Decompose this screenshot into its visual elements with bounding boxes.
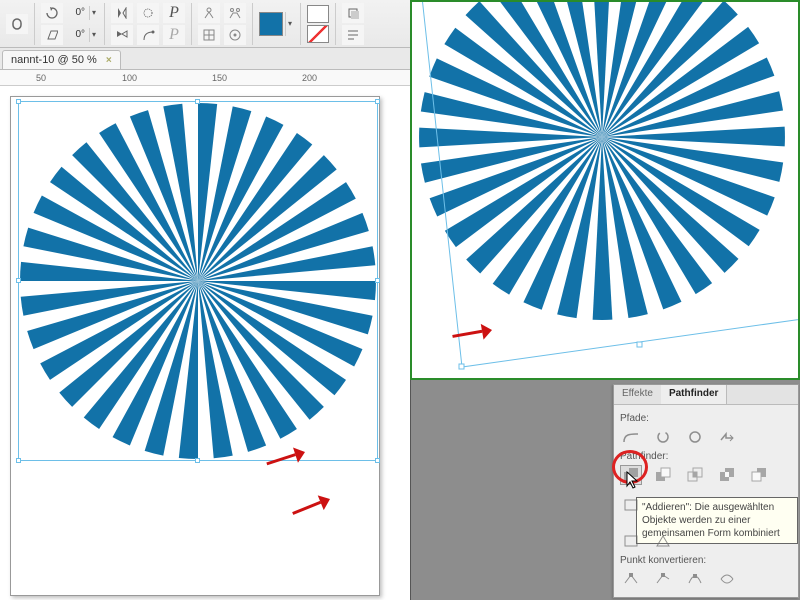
ruler-tick-label: 100 <box>122 73 137 83</box>
plain-point-icon[interactable] <box>620 569 642 589</box>
select-content-icon[interactable] <box>137 25 159 45</box>
point-section-label: Punkt konvertieren: <box>620 555 792 566</box>
shear-value[interactable]: 0° <box>65 29 85 40</box>
join-path-icon[interactable] <box>620 427 642 447</box>
rotation-value-1[interactable]: 0° <box>65 7 85 18</box>
flip-vertical-icon[interactable] <box>111 25 133 45</box>
stroke-swatch[interactable] <box>307 5 329 23</box>
clear-overrides-icon[interactable]: P <box>163 25 185 45</box>
no-stroke-icon[interactable] <box>307 25 329 43</box>
horizontal-ruler: 50 100 150 200 <box>0 70 410 86</box>
close-tab-icon[interactable]: × <box>106 55 112 66</box>
main-canvas[interactable] <box>0 86 410 600</box>
rotation-icon <box>41 3 63 23</box>
panel-dock-area: Effekte Pathfinder Pfade: Pathfinder: <box>410 380 800 600</box>
pathfinder-panel: Effekte Pathfinder Pfade: Pathfinder: <box>613 384 799 598</box>
convert-rect-icon[interactable] <box>620 531 642 551</box>
ruler-tick-label: 200 <box>302 73 317 83</box>
select-parent-icon[interactable] <box>198 25 220 45</box>
shear-icon <box>41 25 63 45</box>
effects-icon[interactable] <box>342 3 364 23</box>
minus-back-pathfinder-icon[interactable] <box>748 465 770 485</box>
options-toolbar: 0° ▾ 0° ▾ P P <box>0 0 410 48</box>
panel-tab-pathfinder[interactable]: Pathfinder <box>661 385 727 404</box>
open-path-icon[interactable] <box>652 427 674 447</box>
corner-point-icon[interactable] <box>652 569 674 589</box>
document-tab-label: nannt-10 @ 50 % <box>11 54 97 66</box>
fill-swatch[interactable] <box>259 12 283 36</box>
ruler-tick-label: 50 <box>36 73 46 83</box>
pathfinder-section-label: Pathfinder: <box>620 451 792 462</box>
paths-section-label: Pfade: <box>620 413 792 424</box>
select-container-icon[interactable] <box>137 3 159 23</box>
symmetrical-point-icon[interactable] <box>716 569 738 589</box>
convert-shape-rect-icon[interactable] <box>620 495 642 515</box>
rotation-dropdown-1[interactable]: ▾ <box>89 6 98 20</box>
document-tab[interactable]: nannt-10 @ 50 % × <box>2 50 121 69</box>
preview-panel <box>410 0 800 380</box>
subtract-pathfinder-icon[interactable] <box>652 465 674 485</box>
fill-dropdown[interactable]: ▾ <box>285 12 294 36</box>
flip-horizontal-icon[interactable] <box>111 3 133 23</box>
intersect-pathfinder-icon[interactable] <box>684 465 706 485</box>
add-pathfinder-icon[interactable] <box>620 465 642 485</box>
select-prev-icon[interactable] <box>198 3 220 23</box>
text-wrap-icon[interactable] <box>342 25 364 45</box>
document-tab-bar: nannt-10 @ 50 % × <box>0 48 410 70</box>
convert-triangle-icon[interactable] <box>652 531 674 551</box>
shear-dropdown[interactable]: ▾ <box>89 28 98 42</box>
select-child-icon[interactable] <box>224 25 246 45</box>
smooth-point-icon[interactable] <box>684 569 706 589</box>
reverse-path-icon[interactable] <box>716 427 738 447</box>
close-path-icon[interactable] <box>684 427 706 447</box>
exclude-pathfinder-icon[interactable] <box>716 465 738 485</box>
paragraph-style-icon[interactable]: P <box>163 3 185 23</box>
select-next-icon[interactable] <box>224 3 246 23</box>
selection-bounding-box[interactable] <box>18 101 378 461</box>
corner-style-icon[interactable] <box>6 14 28 34</box>
ruler-tick-label: 150 <box>212 73 227 83</box>
panel-tab-effects[interactable]: Effekte <box>614 385 661 404</box>
